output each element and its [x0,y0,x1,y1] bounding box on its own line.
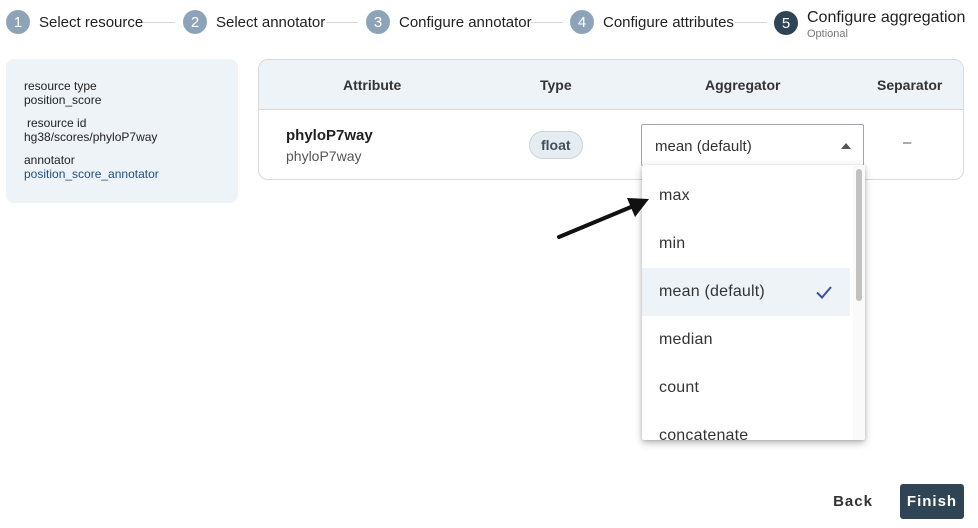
stepper: 1 Select resource 2 Select annotator 3 C… [0,0,978,46]
check-icon [816,286,832,299]
option-median[interactable]: median [642,316,850,364]
option-min[interactable]: min [642,220,850,268]
finish-button[interactable]: Finish [900,484,964,519]
info-value: position_score [24,93,102,107]
info-value: hg38/scores/phyloP7way [24,130,158,144]
option-max[interactable]: max [642,172,850,220]
arrow-icon [557,198,649,239]
header-aggregator: Aggregator [705,77,781,93]
back-button[interactable]: Back [820,485,886,517]
step-label: Select annotator [216,13,326,31]
header-separator: Separator [877,77,943,93]
step-select-annotator[interactable]: 2 Select annotator [183,10,325,34]
aggregator-select[interactable]: mean (default) [641,124,864,166]
aggregator-dropdown-list: max min mean (default) median count conc… [642,165,865,440]
step-label: Configure annotator [399,13,532,31]
info-label: annotator [24,153,75,167]
attribute-name: phyloP7way [286,127,373,144]
header-type: Type [540,77,572,93]
resource-info-card: resource type position_score resource id… [6,59,238,203]
attributes-table: Attribute Type Aggregator Separator phyl… [258,59,964,180]
info-label: resource id [27,116,87,130]
step-number: 5 [774,11,798,35]
option-mean-default[interactable]: mean (default) [642,268,850,316]
step-optional-label: Optional [807,28,848,40]
step-configure-annotator[interactable]: 3 Configure annotator [366,10,532,34]
separator-value: – [903,134,912,151]
step-connector [143,22,175,23]
step-configure-attributes[interactable]: 4 Configure attributes [570,10,734,34]
caret-up-icon [841,143,851,149]
info-label: resource type [24,79,97,93]
attribute-source: phyloP7way [286,148,362,164]
type-chip: float [529,131,583,159]
scrollbar-thumb[interactable] [856,169,862,301]
step-label: Select resource [39,13,144,31]
annotator-link[interactable]: position_score_annotator [24,167,220,181]
option-concatenate[interactable]: concatenate [642,412,850,440]
aggregator-select-value: mean (default) [655,138,752,155]
step-label: Configure aggregation [807,9,966,26]
step-connector [531,22,563,23]
step-configure-aggregation[interactable]: 5 Configure aggregation Optional [774,9,965,40]
info-annotator: annotator position_score_annotator [24,153,220,181]
step-number: 1 [6,10,30,34]
step-number: 4 [570,10,594,34]
option-label: mean (default) [659,283,765,300]
header-attribute: Attribute [343,77,402,93]
info-resource-id: resource id hg38/scores/phyloP7way [24,116,220,144]
info-resource-type: resource type position_score [24,79,220,107]
table-header: Attribute Type Aggregator Separator [259,60,963,110]
step-number: 3 [366,10,390,34]
step-number: 2 [183,10,207,34]
step-label: Configure attributes [603,13,734,31]
step-connector [326,22,358,23]
option-count[interactable]: count [642,364,850,412]
step-connector [735,22,767,23]
step-select-resource[interactable]: 1 Select resource [6,10,143,34]
